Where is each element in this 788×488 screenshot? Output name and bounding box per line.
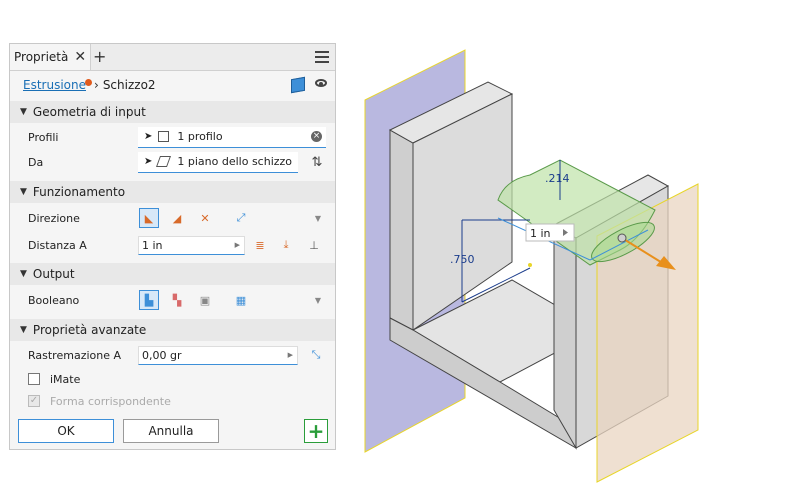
ok-button[interactable]: OK <box>18 419 114 443</box>
spin-arrow-icon[interactable]: ▶ <box>288 351 293 359</box>
row-match-shape: ✓ Forma corrispondente <box>10 389 335 413</box>
collapse-triangle-icon[interactable]: ▼ <box>20 325 27 335</box>
plane-shape-icon <box>156 156 172 167</box>
add-tab-button[interactable]: + <box>93 47 106 66</box>
spin-arrow-icon[interactable]: ▶ <box>235 241 240 249</box>
close-icon[interactable]: ✕ <box>74 49 86 65</box>
section-output-title: Output <box>32 267 75 281</box>
row-profiles: Profili ➤ 1 profilo × <box>10 125 335 149</box>
panel-tab-bar: Proprietà ✕ + <box>10 44 335 71</box>
profiles-select-field[interactable]: ➤ 1 profilo × <box>138 126 326 148</box>
from-value: 1 piano dello schizzo <box>177 155 293 168</box>
collapse-triangle-icon[interactable]: ▼ <box>20 187 27 197</box>
taper-input[interactable]: 0,00 gr ▶ <box>138 345 298 365</box>
boolean-join-icon[interactable]: ▙ <box>139 290 159 310</box>
dimension-214[interactable]: .214 <box>545 172 570 185</box>
row-taper: Rastremazione A 0,00 gr ▶ ⤡ <box>10 343 335 367</box>
section-behavior[interactable]: ▼ Funzionamento <box>10 181 335 203</box>
breadcrumb: Estrusione › Schizzo2 <box>10 71 335 99</box>
dimension-750[interactable]: .750 <box>450 253 475 266</box>
taper-value: 0,00 gr <box>142 348 182 362</box>
profile-shape-icon <box>158 131 170 142</box>
chevron-down-icon[interactable]: ▼ <box>315 214 321 223</box>
boolean-intersect-icon[interactable]: ▣ <box>195 290 215 310</box>
collapse-triangle-icon[interactable]: ▼ <box>20 107 27 117</box>
direction-flipped-icon[interactable]: ◢ <box>167 208 187 228</box>
status-dot-icon <box>85 79 92 86</box>
new-solid-icon[interactable]: ▦ <box>231 290 251 310</box>
row-from: Da ➤ 1 piano dello schizzo ⇅ <box>10 150 335 174</box>
inline-distance-value: 1 in <box>530 227 551 240</box>
section-input-geometry[interactable]: ▼ Geometria di input <box>10 101 335 123</box>
section-advanced[interactable]: ▼ Proprietà avanzate <box>10 319 335 341</box>
direction-symmetric-icon[interactable]: ✕ <box>195 208 215 228</box>
properties-panel: Proprietà ✕ + Estrusione › Schizzo2 ▼ Ge… <box>9 43 336 450</box>
section-behavior-title: Funzionamento <box>32 185 126 199</box>
through-all-icon[interactable]: ⊥ <box>304 235 324 255</box>
section-advanced-title: Proprietà avanzate <box>32 323 147 337</box>
to-next-icon[interactable]: ⤓ <box>276 235 296 255</box>
row-imate: iMate <box>10 367 335 391</box>
tab-properties-label: Proprietà <box>14 50 69 64</box>
distance-mode-icon[interactable]: ≣ <box>250 235 270 255</box>
chevron-right-icon: › <box>94 78 99 92</box>
select-arrow-icon: ➤ <box>144 131 153 142</box>
row-boolean: Booleano ▙ ▚ ▣ ▦ ▼ <box>10 288 335 312</box>
direction-asymmetric-icon[interactable]: ⤢ <box>231 208 251 228</box>
breadcrumb-parent-link[interactable]: Estrusione <box>23 78 92 92</box>
imate-label: iMate <box>50 372 81 386</box>
distance-input[interactable]: 1 in ▶ <box>138 235 245 255</box>
breadcrumb-current: Schizzo2 <box>102 78 156 92</box>
select-arrow-icon: ➤ <box>144 156 153 167</box>
from-options-icon[interactable]: ⇅ <box>307 152 327 172</box>
cancel-button[interactable]: Annulla <box>123 419 219 443</box>
profiles-value: 1 profilo <box>177 130 223 143</box>
boolean-label: Booleano <box>28 293 80 307</box>
imate-checkbox[interactable] <box>28 373 40 385</box>
section-input-title: Geometria di input <box>32 105 146 119</box>
row-direction: Direzione ◣ ◢ ✕ ⤢ ▼ <box>10 206 335 230</box>
eye-icon[interactable] <box>315 79 327 87</box>
taper-flip-icon[interactable]: ⤡ <box>306 345 326 365</box>
taper-label: Rastremazione A <box>28 348 122 362</box>
collapse-triangle-icon[interactable]: ▼ <box>20 269 27 279</box>
from-label: Da <box>28 155 44 169</box>
match-shape-checkbox[interactable]: ✓ <box>28 395 40 407</box>
breadcrumb-parent-label: Estrusione <box>23 78 86 92</box>
distance-value: 1 in <box>142 238 163 252</box>
cube-icon[interactable] <box>291 76 305 94</box>
profiles-label: Profili <box>28 130 59 144</box>
row-distance: Distanza A 1 in ▶ ≣ ⤓ ⊥ <box>10 233 335 257</box>
tab-properties[interactable]: Proprietà ✕ <box>10 44 92 70</box>
distance-label: Distanza A <box>28 238 87 252</box>
boolean-cut-icon[interactable]: ▚ <box>167 290 187 310</box>
chevron-down-icon[interactable]: ▼ <box>315 296 321 305</box>
match-shape-label: Forma corrispondente <box>50 394 171 408</box>
from-select-field[interactable]: ➤ 1 piano dello schizzo <box>138 151 298 173</box>
apply-plus-button[interactable]: + <box>304 419 328 443</box>
direction-default-icon[interactable]: ◣ <box>139 208 159 228</box>
hamburger-menu-icon[interactable] <box>315 51 329 66</box>
clear-selection-icon[interactable]: × <box>311 131 322 142</box>
section-output[interactable]: ▼ Output <box>10 263 335 285</box>
direction-label: Direzione <box>28 211 80 225</box>
